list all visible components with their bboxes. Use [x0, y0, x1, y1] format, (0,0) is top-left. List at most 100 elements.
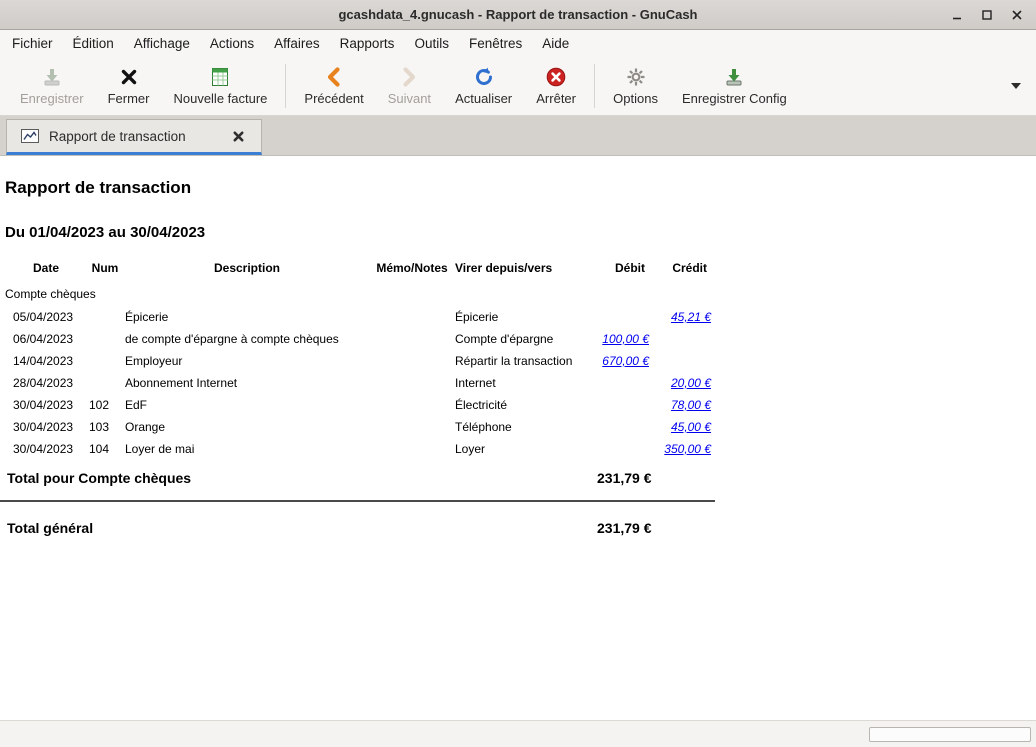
column-header-debit: Débit — [595, 255, 655, 283]
cell-date: 30/04/2023 — [5, 438, 87, 460]
menu-actions[interactable]: Actions — [200, 32, 264, 55]
cell-debit — [595, 416, 655, 438]
column-header-credit: Crédit — [655, 255, 717, 283]
menu-fenetres[interactable]: Fenêtres — [459, 32, 532, 55]
maximize-button[interactable] — [974, 4, 1000, 26]
transaction-table: Date Num Description Mémo/Notes Virer de… — [5, 255, 717, 494]
menu-outils[interactable]: Outils — [404, 32, 459, 55]
cell-memo — [371, 350, 453, 372]
invoice-icon — [209, 66, 231, 88]
column-header-transfer: Virer depuis/vers — [453, 255, 595, 283]
menubar: Fichier Édition Affichage Actions Affair… — [0, 30, 1036, 56]
menu-affaires[interactable]: Affaires — [264, 32, 330, 55]
column-header-date: Date — [5, 255, 87, 283]
table-row: 14/04/2023 Employeur Répartir la transac… — [5, 350, 717, 372]
cell-credit: 350,00 € — [655, 438, 717, 460]
stop-icon — [545, 66, 567, 88]
toolbar-overflow-button[interactable] — [1004, 68, 1028, 104]
cell-num — [87, 328, 123, 350]
cell-transfer: Loyer — [453, 438, 595, 460]
toolbar-button-label: Précédent — [304, 91, 363, 106]
titlebar[interactable]: gcashdata_4.gnucash - Rapport de transac… — [0, 0, 1036, 30]
cell-description: EdF — [123, 394, 371, 416]
cell-date: 30/04/2023 — [5, 394, 87, 416]
save-config-button[interactable]: Enregistrer Config — [670, 62, 799, 110]
grand-total-row: Total général 231,79 € — [5, 514, 717, 542]
minimize-button[interactable] — [944, 4, 970, 26]
close-tab-button[interactable]: Fermer — [96, 62, 162, 110]
toolbar-button-label: Arrêter — [536, 91, 576, 106]
cell-credit: 20,00 € — [655, 372, 717, 394]
close-icon — [1011, 9, 1023, 21]
save-button: Enregistrer — [8, 62, 96, 110]
save-config-icon — [723, 66, 745, 88]
cell-date: 30/04/2023 — [5, 416, 87, 438]
menu-rapports[interactable]: Rapports — [330, 32, 405, 55]
cell-transfer: Électricité — [453, 394, 595, 416]
account-section-row: Compte chèques — [5, 283, 717, 306]
close-window-button[interactable] — [1004, 4, 1030, 26]
credit-amount-link[interactable]: 78,00 € — [671, 398, 711, 412]
menu-aide[interactable]: Aide — [532, 32, 579, 55]
toolbar-separator — [285, 64, 286, 108]
chart-icon — [21, 129, 39, 143]
cell-debit — [595, 306, 655, 328]
debit-amount-link[interactable]: 670,00 € — [602, 354, 649, 368]
cell-debit — [595, 394, 655, 416]
toolbar-button-label: Enregistrer — [20, 91, 84, 106]
report-date-range: Du 01/04/2023 au 30/04/2023 — [5, 224, 1036, 241]
cell-description: Épicerie — [123, 306, 371, 328]
forward-icon — [398, 66, 420, 88]
forward-button: Suivant — [376, 62, 443, 110]
table-row: 30/04/2023 102 EdF Électricité 78,00 € — [5, 394, 717, 416]
section-total-row: Total pour Compte chèques 231,79 € — [5, 460, 717, 494]
credit-amount-link[interactable]: 45,00 € — [671, 420, 711, 434]
menu-affichage[interactable]: Affichage — [124, 32, 200, 55]
cell-credit: 78,00 € — [655, 394, 717, 416]
cell-description: Orange — [123, 416, 371, 438]
window-controls — [944, 0, 1030, 29]
gear-icon — [625, 66, 647, 88]
cell-debit — [595, 438, 655, 460]
toolbar-separator — [594, 64, 595, 108]
table-row: 30/04/2023 103 Orange Téléphone 45,00 € — [5, 416, 717, 438]
menu-fichier[interactable]: Fichier — [2, 32, 63, 55]
table-row: 30/04/2023 104 Loyer de mai Loyer 350,00… — [5, 438, 717, 460]
cell-memo — [371, 306, 453, 328]
grand-total-table: Total général 231,79 € — [5, 514, 717, 542]
credit-amount-link[interactable]: 350,00 € — [664, 442, 711, 456]
section-total-amount: 231,79 € — [595, 460, 655, 494]
debit-amount-link[interactable]: 100,00 € — [602, 332, 649, 346]
cell-transfer: Répartir la transaction — [453, 350, 595, 372]
cell-num: 103 — [87, 416, 123, 438]
back-icon — [323, 66, 345, 88]
credit-amount-link[interactable]: 45,21 € — [671, 310, 711, 324]
cell-memo — [371, 372, 453, 394]
tab-label: Rapport de transaction — [49, 129, 219, 144]
cell-description: Loyer de mai — [123, 438, 371, 460]
cell-num — [87, 306, 123, 328]
options-button[interactable]: Options — [601, 62, 670, 110]
tab-rapport-de-transaction[interactable]: Rapport de transaction — [6, 119, 262, 155]
table-row: 28/04/2023 Abonnement Internet Internet … — [5, 372, 717, 394]
new-invoice-button[interactable]: Nouvelle facture — [161, 62, 279, 110]
cell-transfer: Épicerie — [453, 306, 595, 328]
stop-button[interactable]: Arrêter — [524, 62, 588, 110]
cell-transfer: Internet — [453, 372, 595, 394]
cell-num — [87, 372, 123, 394]
back-button[interactable]: Précédent — [292, 62, 375, 110]
toolbar-button-label: Fermer — [108, 91, 150, 106]
tab-close-button[interactable] — [229, 127, 247, 145]
credit-amount-link[interactable]: 20,00 € — [671, 376, 711, 390]
column-header-num: Num — [87, 255, 123, 283]
toolbar-button-label: Suivant — [388, 91, 431, 106]
cell-memo — [371, 416, 453, 438]
refresh-button[interactable]: Actualiser — [443, 62, 524, 110]
cell-date: 14/04/2023 — [5, 350, 87, 372]
toolbar-button-label: Options — [613, 91, 658, 106]
cell-num — [87, 350, 123, 372]
menu-edition[interactable]: Édition — [63, 32, 124, 55]
column-header-memo: Mémo/Notes — [371, 255, 453, 283]
toolbar-button-label: Actualiser — [455, 91, 512, 106]
cell-credit — [655, 328, 717, 350]
